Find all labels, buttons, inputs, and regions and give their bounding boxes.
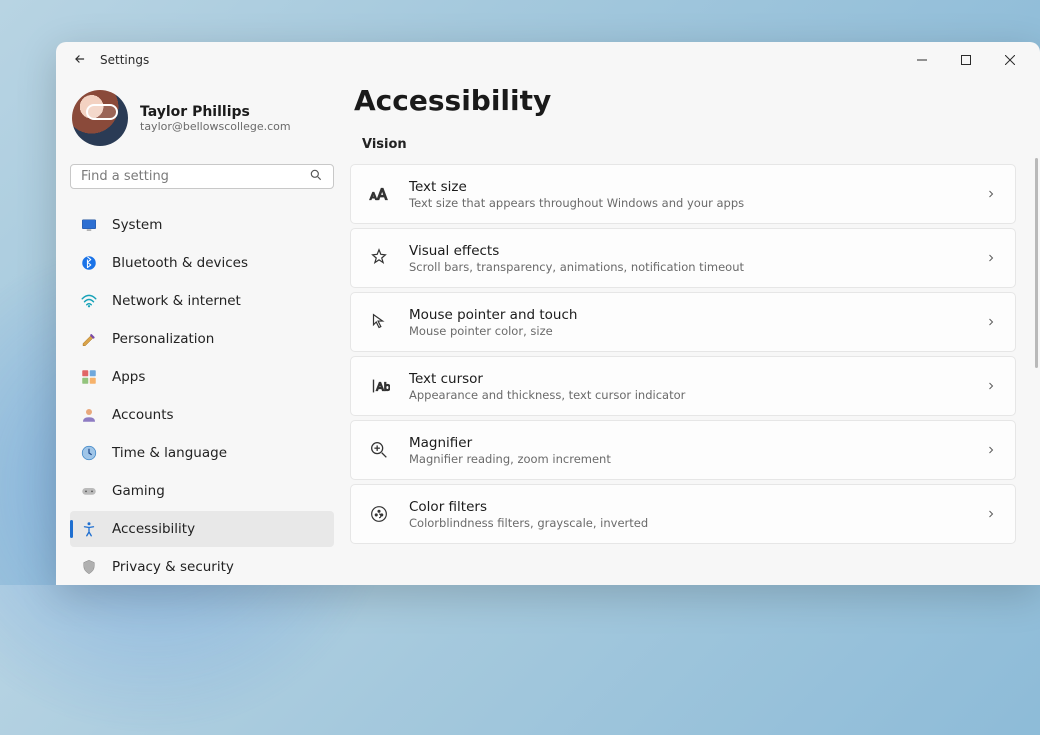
main-content: Accessibility Vision AA Text sizeText siz… (348, 78, 1040, 585)
card-subtitle: Colorblindness filters, grayscale, inver… (409, 516, 985, 530)
card-mouse[interactable]: Mouse pointer and touchMouse pointer col… (350, 292, 1016, 352)
sidebar-item-label: Accessibility (112, 521, 195, 537)
sidebar-item-time[interactable]: Time & language (70, 435, 334, 471)
search-input[interactable] (81, 169, 309, 184)
settings-window: Settings Taylor Phillips taylor@bellowsc… (56, 42, 1040, 585)
sidebar-item-accessibility[interactable]: Accessibility (70, 511, 334, 547)
chevron-right-icon (985, 505, 997, 524)
chevron-right-icon (985, 313, 997, 332)
mouse-icon (365, 308, 393, 336)
cards-list: AA Text sizeText size that appears throug… (350, 164, 1022, 544)
profile-name: Taylor Phillips (140, 104, 291, 120)
profile-block[interactable]: Taylor Phillips taylor@bellowscollege.co… (66, 86, 338, 164)
card-title: Color filters (409, 499, 985, 515)
card-title: Text cursor (409, 371, 985, 387)
sidebar-item-label: Accounts (112, 407, 174, 423)
magnifier-icon (365, 436, 393, 464)
avatar (72, 90, 128, 146)
card-subtitle: Magnifier reading, zoom increment (409, 452, 985, 466)
sidebar-item-label: Gaming (112, 483, 165, 499)
card-cursor[interactable]: Ab Text cursorAppearance and thickness, t… (350, 356, 1016, 416)
card-subtitle: Text size that appears throughout Window… (409, 196, 985, 210)
chevron-right-icon (985, 441, 997, 460)
sidebar-item-label: Privacy & security (112, 559, 234, 575)
page-title: Accessibility (354, 84, 1022, 117)
gaming-icon (80, 482, 98, 500)
scroll-thumb[interactable] (1035, 158, 1038, 368)
sidebar-item-label: Network & internet (112, 293, 241, 309)
app-title: Settings (100, 53, 149, 67)
section-label: Vision (362, 137, 1022, 152)
search-icon (309, 167, 323, 186)
sidebar-item-label: Personalization (112, 331, 214, 347)
sidebar-item-label: Time & language (112, 445, 227, 461)
chevron-right-icon (985, 249, 997, 268)
textsize-icon: AA (365, 180, 393, 208)
sidebar-item-label: Apps (112, 369, 145, 385)
network-icon (80, 292, 98, 310)
sidebar-item-network[interactable]: Network & internet (70, 283, 334, 319)
titlebar: Settings (56, 42, 1040, 78)
close-button[interactable] (988, 42, 1032, 78)
profile-email: taylor@bellowscollege.com (140, 120, 291, 133)
effects-icon (365, 244, 393, 272)
cursor-icon: Ab (365, 372, 393, 400)
card-title: Mouse pointer and touch (409, 307, 985, 323)
card-title: Magnifier (409, 435, 985, 451)
card-effects[interactable]: Visual effectsScroll bars, transparency,… (350, 228, 1016, 288)
back-button[interactable] (64, 52, 96, 69)
minimize-button[interactable] (900, 42, 944, 78)
sidebar-item-label: System (112, 217, 162, 233)
card-title: Text size (409, 179, 985, 195)
sidebar-item-system[interactable]: System (70, 207, 334, 243)
personalization-icon (80, 330, 98, 348)
card-subtitle: Mouse pointer color, size (409, 324, 985, 338)
sidebar-item-apps[interactable]: Apps (70, 359, 334, 395)
sidebar-item-personalization[interactable]: Personalization (70, 321, 334, 357)
sidebar: Taylor Phillips taylor@bellowscollege.co… (56, 78, 348, 585)
svg-text:A: A (370, 192, 377, 203)
card-colorfilters[interactable]: Color filtersColorblindness filters, gra… (350, 484, 1016, 544)
bluetooth-icon (80, 254, 98, 272)
card-subtitle: Appearance and thickness, text cursor in… (409, 388, 985, 402)
accessibility-icon (80, 520, 98, 538)
time-icon (80, 444, 98, 462)
system-icon (80, 216, 98, 234)
sidebar-item-bluetooth[interactable]: Bluetooth & devices (70, 245, 334, 281)
svg-text:A: A (377, 187, 387, 204)
card-title: Visual effects (409, 243, 985, 259)
card-subtitle: Scroll bars, transparency, animations, n… (409, 260, 985, 274)
apps-icon (80, 368, 98, 386)
sidebar-item-gaming[interactable]: Gaming (70, 473, 334, 509)
privacy-icon (80, 558, 98, 576)
svg-text:Ab: Ab (376, 381, 390, 394)
chevron-right-icon (985, 185, 997, 204)
sidebar-item-privacy[interactable]: Privacy & security (70, 549, 334, 585)
accounts-icon (80, 406, 98, 424)
sidebar-item-label: Bluetooth & devices (112, 255, 248, 271)
search-box[interactable] (70, 164, 334, 189)
maximize-button[interactable] (944, 42, 988, 78)
card-textsize[interactable]: AA Text sizeText size that appears throug… (350, 164, 1016, 224)
colorfilters-icon (365, 500, 393, 528)
sidebar-nav: System Bluetooth & devices Network & inter… (66, 207, 338, 585)
sidebar-item-accounts[interactable]: Accounts (70, 397, 334, 433)
chevron-right-icon (985, 377, 997, 396)
card-magnifier[interactable]: MagnifierMagnifier reading, zoom increme… (350, 420, 1016, 480)
